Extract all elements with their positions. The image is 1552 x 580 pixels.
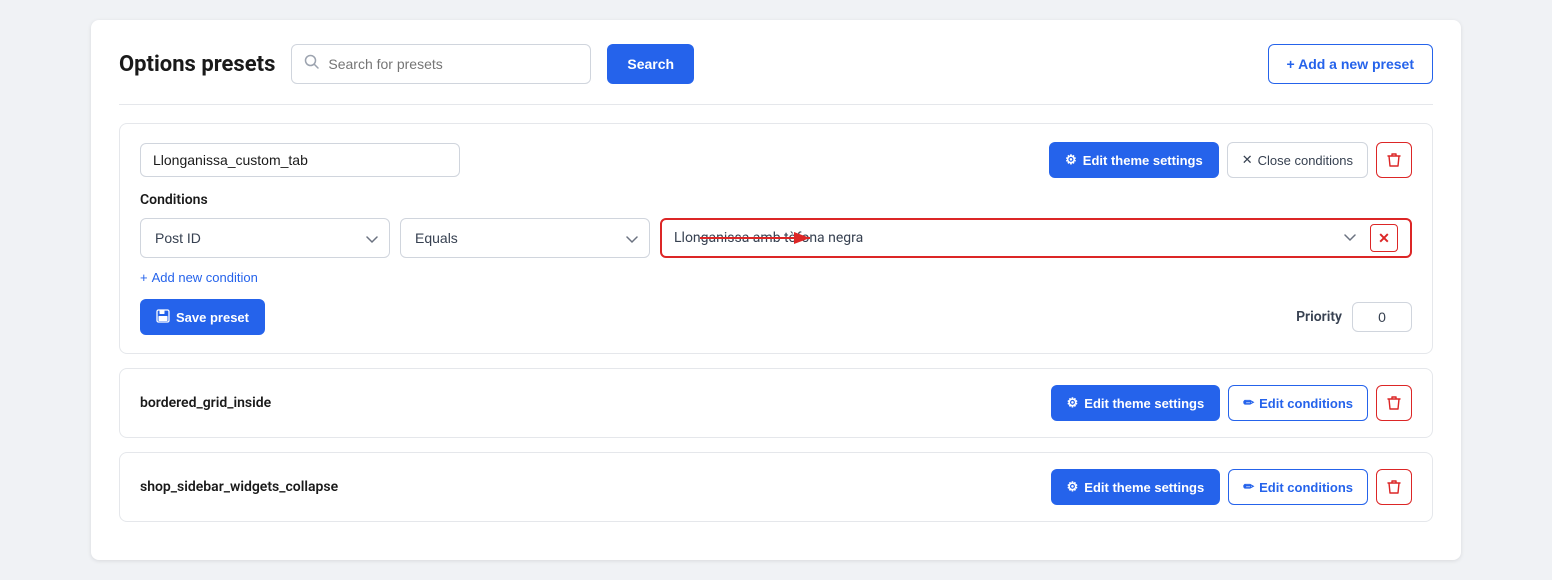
condition-operator-select[interactable]: Equals (400, 218, 650, 258)
add-condition-button[interactable]: + Add new condition (140, 270, 258, 285)
edit-theme-button-1[interactable]: ⚙ Edit theme settings (1051, 469, 1221, 505)
edit-conditions-label-0: Edit conditions (1259, 396, 1353, 411)
pencil-icon-1: ✏ (1243, 479, 1254, 495)
delete-button-0[interactable] (1376, 385, 1412, 421)
condition-operator-wrapper: Equals (400, 218, 650, 258)
pencil-icon-0: ✏ (1243, 395, 1254, 411)
condition-value-box[interactable]: Llonganissa amb tòfona negra ✕ (660, 218, 1412, 258)
header-left: Options presets Search (119, 44, 694, 84)
edit-theme-label: Edit theme settings (1083, 153, 1203, 168)
header-divider (119, 104, 1433, 105)
close-conditions-button[interactable]: ✕ Close conditions (1227, 142, 1368, 178)
gear-icon-0: ⚙ (1067, 395, 1079, 411)
condition-field-select[interactable]: Post ID (140, 218, 390, 258)
edit-theme-label-0: Edit theme settings (1084, 396, 1204, 411)
card-footer: Save preset Priority (140, 299, 1412, 335)
search-wrapper (291, 44, 591, 84)
value-chevron-icon (1344, 230, 1356, 246)
page-title: Options presets (119, 52, 275, 77)
gear-icon: ⚙ (1065, 152, 1077, 168)
value-remove-button[interactable]: ✕ (1370, 224, 1398, 252)
preset-row-0-actions: ⚙ Edit theme settings ✏ Edit conditions (1051, 385, 1412, 421)
gear-icon-1: ⚙ (1067, 479, 1079, 495)
delete-button-1[interactable] (1376, 469, 1412, 505)
card-actions: ⚙ Edit theme settings ✕ Close conditions (1049, 142, 1412, 178)
condition-value-text: Llonganissa amb tòfona negra (674, 230, 863, 246)
expanded-preset-card: ⚙ Edit theme settings ✕ Close conditions… (119, 123, 1433, 354)
condition-field-wrapper: Post ID (140, 218, 390, 258)
priority-input[interactable] (1352, 302, 1412, 332)
conditions-heading: Conditions (140, 192, 1412, 208)
save-preset-label: Save preset (176, 310, 249, 325)
edit-theme-button-0[interactable]: ⚙ Edit theme settings (1051, 385, 1221, 421)
preset-row-1: shop_sidebar_widgets_collapse ⚙ Edit the… (119, 452, 1433, 522)
edit-conditions-label-1: Edit conditions (1259, 480, 1353, 495)
preset-name-input[interactable] (140, 143, 460, 177)
conditions-row: Post ID Equals Llon (140, 218, 1412, 258)
conditions-row-wrapper: Post ID Equals Llon (140, 218, 1412, 258)
page-header: Options presets Search + Add a new prese… (119, 44, 1433, 84)
priority-label: Priority (1296, 309, 1342, 325)
add-condition-label: Add new condition (152, 270, 258, 285)
edit-theme-label-1: Edit theme settings (1084, 480, 1204, 495)
search-icon (304, 54, 320, 74)
edit-conditions-button-0[interactable]: ✏ Edit conditions (1228, 385, 1368, 421)
add-preset-button[interactable]: + Add a new preset (1268, 44, 1433, 84)
save-preset-button[interactable]: Save preset (140, 299, 265, 335)
search-input[interactable] (328, 56, 578, 72)
close-icon: ✕ (1242, 152, 1253, 168)
delete-preset-button[interactable] (1376, 142, 1412, 178)
close-conditions-label: Close conditions (1258, 153, 1353, 168)
preset-row-name-0: bordered_grid_inside (140, 395, 271, 411)
page-container: Options presets Search + Add a new prese… (91, 20, 1461, 560)
edit-theme-button-expanded[interactable]: ⚙ Edit theme settings (1049, 142, 1219, 178)
search-button[interactable]: Search (607, 44, 694, 84)
preset-row-name-1: shop_sidebar_widgets_collapse (140, 479, 338, 495)
edit-conditions-button-1[interactable]: ✏ Edit conditions (1228, 469, 1368, 505)
priority-wrapper: Priority (1296, 302, 1412, 332)
plus-icon: + (140, 270, 148, 285)
save-icon (156, 309, 170, 326)
preset-row-0: bordered_grid_inside ⚙ Edit theme settin… (119, 368, 1433, 438)
preset-row-1-actions: ⚙ Edit theme settings ✏ Edit conditions (1051, 469, 1412, 505)
expanded-card-header: ⚙ Edit theme settings ✕ Close conditions (140, 142, 1412, 178)
